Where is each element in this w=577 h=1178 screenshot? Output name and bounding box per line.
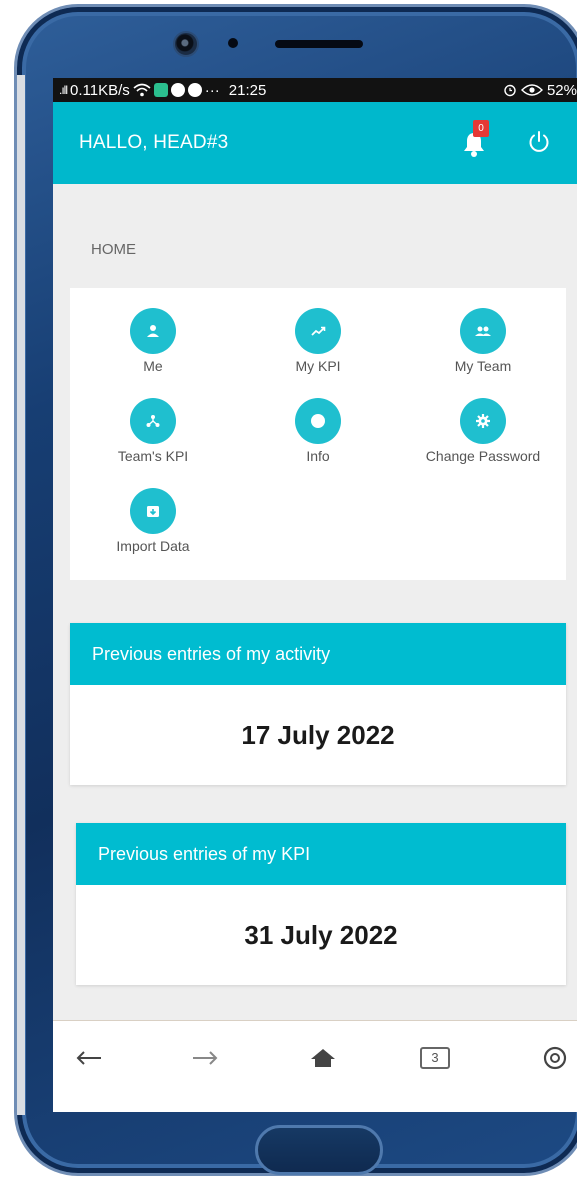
- eye-comfort-icon: [520, 84, 543, 96]
- card-header: Previous entries of my KPI: [76, 823, 566, 885]
- screen: .ıll 0.11KB/s ··· 21:25 52% HALLO, HEAD#…: [53, 78, 577, 1112]
- signal-icon: .ıll: [59, 83, 68, 97]
- front-camera: [173, 31, 199, 57]
- entry-date: 17 July 2022: [241, 719, 395, 750]
- tab-count: 3: [420, 1047, 450, 1069]
- trending-up-icon: [295, 308, 341, 354]
- more-notifications: ···: [204, 81, 220, 99]
- menu-item-my-team[interactable]: My Team: [403, 308, 563, 374]
- menu-item-label: My Team: [454, 358, 512, 374]
- menu-item-label: Me: [143, 358, 163, 374]
- chat-app-icon: [153, 83, 168, 97]
- menu-item-label: Import Data: [116, 538, 190, 554]
- hierarchy-icon: [130, 398, 176, 444]
- browser-menu-icon[interactable]: [535, 1043, 575, 1073]
- battery-level: 52%: [546, 81, 577, 99]
- phone-frame: .ıll 0.11KB/s ··· 21:25 52% HALLO, HEAD#…: [14, 4, 577, 1176]
- power-icon[interactable]: [527, 130, 551, 154]
- app-header: HALLO, HEAD#3: [53, 102, 577, 184]
- browser-nav-bar: 3: [53, 1020, 577, 1112]
- menu-item-me[interactable]: Me: [73, 308, 233, 374]
- app-notification-icon: [170, 83, 185, 97]
- clock: 21:25: [228, 81, 267, 99]
- import-box-icon: [130, 488, 176, 534]
- tabs-button[interactable]: 3: [415, 1043, 455, 1073]
- menu-item-label: Team's KPI: [117, 448, 189, 464]
- menu-item-import-data[interactable]: Import Data: [73, 488, 233, 554]
- back-arrow-icon[interactable]: [69, 1043, 109, 1073]
- menu-item-label: My KPI: [295, 358, 341, 374]
- status-bar: .ıll 0.11KB/s ··· 21:25 52%: [53, 78, 577, 102]
- card-header: Previous entries of my activity: [70, 623, 566, 685]
- menu-item-info[interactable]: Info: [238, 398, 398, 464]
- circle-icon: [295, 398, 341, 444]
- menu-item-label: Info: [306, 448, 330, 464]
- menu-item-my-kpi[interactable]: My KPI: [238, 308, 398, 374]
- menu-item-teams-kpi[interactable]: Team's KPI: [73, 398, 233, 464]
- hardware-home-button[interactable]: [255, 1125, 383, 1175]
- frame-strip: [17, 75, 25, 1115]
- greeting-title: HALLO, HEAD#3: [79, 132, 229, 153]
- notification-badge: 0: [473, 120, 489, 137]
- home-icon[interactable]: [303, 1043, 343, 1073]
- kpi-entries-card[interactable]: Previous entries of my KPI 31 July 2022: [76, 823, 566, 985]
- network-speed: 0.11KB/s: [70, 81, 130, 99]
- page-title: HOME: [91, 241, 136, 258]
- activity-entries-card[interactable]: Previous entries of my activity 17 July …: [70, 623, 566, 785]
- menu-item-label: Change Password: [425, 448, 541, 464]
- person-icon: [130, 308, 176, 354]
- group-icon: [460, 308, 506, 354]
- entry-date: 31 July 2022: [244, 919, 398, 950]
- earpiece-speaker: [275, 40, 363, 48]
- gear-icon: [460, 398, 506, 444]
- app-notification-icon-2: [187, 83, 202, 97]
- proximity-sensor: [228, 38, 238, 48]
- alarm-icon: [504, 84, 516, 97]
- wifi-icon: [133, 83, 151, 97]
- forward-arrow-icon[interactable]: [185, 1043, 225, 1073]
- menu-item-change-password[interactable]: Change Password: [403, 398, 563, 464]
- home-menu-card: Me My KPI My Team Team's KPI Info Change…: [70, 288, 566, 580]
